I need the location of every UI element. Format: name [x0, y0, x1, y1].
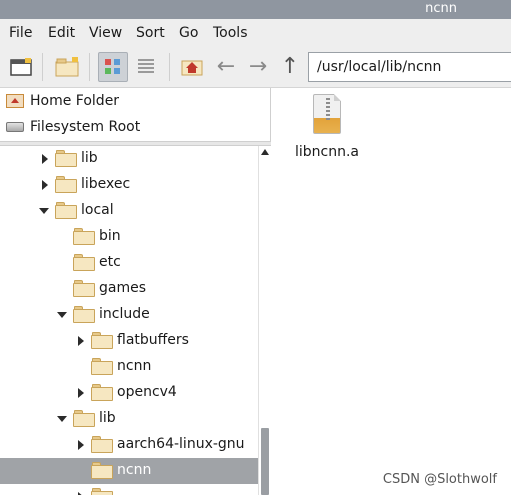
menu-tools[interactable]: Tools — [213, 25, 248, 41]
up-button[interactable]: ↑ — [275, 52, 305, 82]
menu-sort[interactable]: Sort — [136, 25, 165, 41]
back-button[interactable]: ← — [211, 52, 241, 82]
archive-icon — [313, 94, 341, 134]
expander-expanded-icon[interactable] — [57, 416, 67, 422]
scroll-up-arrow-icon[interactable] — [261, 149, 269, 155]
tree-item-label: games — [99, 280, 147, 296]
expander-collapsed-icon[interactable] — [78, 440, 84, 450]
icon-view-icon — [105, 59, 120, 74]
folder-icon — [91, 488, 113, 495]
place-label: Home Folder — [30, 93, 120, 109]
window-title: ncnn — [425, 1, 457, 16]
tree-item-label: bin — [99, 228, 121, 244]
tree-item[interactable]: ncnn — [0, 458, 258, 484]
tree-item[interactable]: opencv4 — [0, 380, 258, 406]
folder-icon — [91, 332, 113, 349]
tree-item[interactable]: ncnn — [0, 354, 258, 380]
home-button[interactable] — [177, 52, 207, 82]
folder-icon — [91, 436, 113, 453]
tree-item[interactable]: etc — [0, 250, 258, 276]
expander-collapsed-icon[interactable] — [78, 336, 84, 346]
folder-icon — [91, 462, 113, 479]
tree-item[interactable]: aarch64-linux-gnu — [0, 432, 258, 458]
toolbar-separator — [89, 53, 90, 81]
tree-item-label: flatbuffers — [117, 332, 189, 348]
watermark: CSDN @Slothwolf — [382, 472, 497, 487]
folder-icon — [73, 228, 95, 245]
folder-icon — [91, 358, 113, 375]
expander-expanded-icon[interactable] — [39, 208, 49, 214]
menu-edit[interactable]: Edit — [48, 25, 75, 41]
place-label: Filesystem Root — [30, 119, 141, 135]
home-folder-icon — [6, 94, 24, 108]
new-window-icon — [10, 58, 32, 76]
drive-icon — [6, 122, 24, 132]
toolbar-separator — [42, 53, 43, 81]
forward-arrow-icon: → — [248, 54, 268, 79]
tree-item[interactable]: include — [0, 302, 258, 328]
tree-item[interactable] — [0, 484, 258, 495]
tree-item-label: ncnn — [117, 462, 152, 478]
file-view: libncnn.a — [272, 88, 511, 495]
places-panel: Home Folder Filesystem Root — [0, 88, 271, 141]
new-window-button[interactable] — [6, 52, 36, 82]
tree-item[interactable]: flatbuffers — [0, 328, 258, 354]
tree-item-label: ncnn — [117, 358, 152, 374]
list-view-button[interactable] — [131, 52, 161, 82]
tree-item[interactable]: lib — [0, 406, 258, 432]
forward-button[interactable]: → — [243, 52, 273, 82]
new-folder-icon — [55, 57, 79, 77]
tree-item-label: include — [99, 306, 150, 322]
directory-tree: lib libexec local bin etc games include flatbuf… — [0, 146, 271, 495]
tree-item-label: libexec — [81, 176, 131, 192]
tree-item[interactable]: libexec — [0, 172, 258, 198]
folder-icon — [55, 150, 77, 167]
toolbar-separator — [169, 53, 170, 81]
scrollbar-thumb[interactable] — [261, 428, 269, 495]
file-name: libncnn.a — [294, 144, 359, 160]
up-arrow-icon: ↑ — [280, 54, 300, 79]
place-home-folder[interactable]: Home Folder — [6, 90, 119, 112]
tree-item-label: local — [81, 202, 114, 218]
back-arrow-icon: ← — [216, 54, 236, 79]
title-bar: ncnn — [0, 0, 511, 19]
menu-file[interactable]: File — [9, 25, 32, 41]
new-folder-button[interactable] — [52, 52, 82, 82]
file-item[interactable]: libncnn.a — [292, 94, 362, 160]
tree-item-label: aarch64-linux-gnu — [117, 436, 245, 452]
list-view-icon — [138, 59, 154, 73]
tree-scrollbar[interactable] — [258, 146, 271, 495]
home-icon — [181, 60, 203, 76]
expander-collapsed-icon[interactable] — [42, 154, 48, 164]
tree-item[interactable]: lib — [0, 146, 258, 172]
folder-icon — [73, 410, 95, 427]
tree-item-label: opencv4 — [117, 384, 177, 400]
folder-icon — [73, 254, 95, 271]
toolbar: ← → ↑ /usr/local/lib/ncnn — [0, 45, 511, 88]
folder-icon — [55, 202, 77, 219]
folder-icon — [91, 384, 113, 401]
menu-go[interactable]: Go — [179, 25, 198, 41]
tree-item[interactable]: local — [0, 198, 258, 224]
tree-item-label: lib — [81, 150, 98, 166]
expander-collapsed-icon[interactable] — [42, 180, 48, 190]
expander-collapsed-icon[interactable] — [78, 388, 84, 398]
tree-item[interactable]: bin — [0, 224, 258, 250]
icon-view-button[interactable] — [98, 52, 128, 82]
folder-icon — [73, 306, 95, 323]
folder-icon — [55, 176, 77, 193]
place-filesystem-root[interactable]: Filesystem Root — [6, 116, 140, 138]
menu-view[interactable]: View — [89, 25, 122, 41]
expander-expanded-icon[interactable] — [57, 312, 67, 318]
tree-item-label: etc — [99, 254, 121, 270]
tree-item-label: lib — [99, 410, 116, 426]
tree-item[interactable]: games — [0, 276, 258, 302]
location-path-input[interactable]: /usr/local/lib/ncnn — [308, 52, 511, 82]
menu-bar: File Edit View Sort Go Tools — [0, 19, 511, 45]
folder-icon — [73, 280, 95, 297]
